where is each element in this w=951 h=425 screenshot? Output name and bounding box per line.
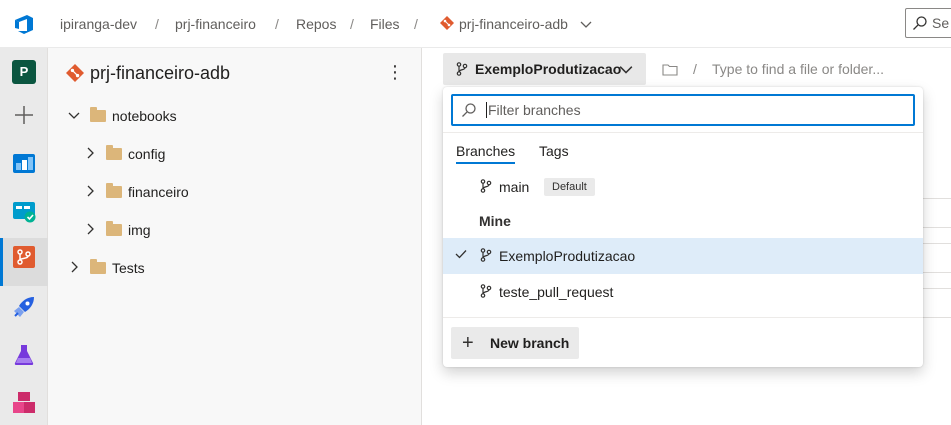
branch-icon: [480, 248, 492, 262]
chevron-down-icon[interactable]: [68, 109, 80, 121]
breadcrumb-repos[interactable]: Repos: [296, 16, 336, 32]
divider: [443, 317, 923, 318]
folder-icon: [90, 107, 106, 122]
branch-icon: [480, 179, 492, 193]
new-branch-button[interactable]: + New branch: [451, 327, 579, 359]
add-icon: +: [462, 332, 474, 354]
checkmark-icon: [455, 250, 467, 259]
tree-folder-notebooks[interactable]: notebooks: [68, 103, 398, 131]
repo-title[interactable]: prj-financeiro-adb: [90, 63, 230, 84]
tab-tags[interactable]: Tags: [539, 143, 569, 159]
tree-folder-tests[interactable]: Tests: [68, 255, 398, 283]
search-placeholder: Se: [932, 15, 950, 31]
breadcrumb-repo[interactable]: prj-financeiro-adb: [459, 16, 568, 32]
branch-item-main[interactable]: main: [443, 169, 923, 205]
test-flask-icon: [14, 345, 34, 365]
folder-icon: [106, 145, 122, 160]
nav-project[interactable]: P: [0, 50, 48, 94]
search-input[interactable]: Se: [905, 8, 951, 38]
tree-item-label: img: [128, 222, 151, 238]
mine-heading: Mine: [479, 213, 511, 229]
chevron-right-icon[interactable]: [84, 185, 96, 197]
left-navigation: P: [0, 48, 48, 425]
branch-name: main: [499, 179, 530, 195]
branch-name: teste_pull_request: [499, 284, 614, 300]
git-repo-icon: [66, 64, 84, 82]
chevron-right-icon[interactable]: [68, 261, 80, 273]
filter-placeholder: Filter branches: [488, 102, 581, 118]
tree-folder-financeiro[interactable]: financeiro: [84, 179, 398, 207]
tree-item-label: financeiro: [128, 184, 189, 200]
background-card: [922, 243, 951, 273]
current-branch-label: ExemploProdutizacao: [475, 61, 622, 77]
pipelines-icon: [14, 297, 34, 317]
project-avatar: P: [12, 60, 36, 84]
tree-item-label: config: [128, 146, 166, 162]
breadcrumb-files[interactable]: Files: [370, 16, 400, 32]
breadcrumb-org[interactable]: ipiranga-dev: [60, 16, 137, 32]
artifacts-icon: [13, 392, 35, 413]
search-icon: [913, 16, 927, 30]
path-separator: /: [693, 61, 697, 77]
boards-icon: [13, 154, 35, 173]
folder-icon: [106, 221, 122, 236]
breadcrumb-separator: /: [414, 16, 418, 32]
nav-artifacts[interactable]: [0, 384, 48, 422]
branch-item-teste-pull-request[interactable]: teste_pull_request: [443, 274, 923, 310]
breadcrumb-separator: /: [155, 16, 159, 32]
background-card: [922, 198, 951, 228]
search-icon: [462, 103, 476, 117]
branch-selector-button[interactable]: ExemploProdutizacao: [443, 53, 646, 85]
repos-icon: [13, 246, 35, 268]
tree-item-label: Tests: [112, 260, 145, 276]
nav-pipelines[interactable]: [0, 288, 48, 326]
breadcrumb-separator: /: [275, 16, 279, 32]
branch-dropdown: Filter branches Branches Tags main Defau…: [443, 87, 923, 367]
chevron-down-icon[interactable]: [580, 18, 592, 30]
top-bar: ipiranga-dev / prj-financeiro / Repos / …: [0, 0, 951, 48]
branch-item-exemploprodutizacao[interactable]: ExemploProdutizacao: [443, 238, 923, 274]
breadcrumb-separator: /: [350, 16, 354, 32]
folder-outline-icon: [662, 64, 678, 76]
tree-item-label: notebooks: [112, 108, 177, 124]
breadcrumb-project[interactable]: prj-financeiro: [175, 16, 256, 32]
tree-folder-config[interactable]: config: [84, 141, 398, 169]
add-icon: [15, 106, 33, 124]
filter-branches-input[interactable]: Filter branches: [451, 94, 915, 126]
git-repo-icon: [440, 16, 454, 30]
tab-branches[interactable]: Branches: [456, 143, 516, 164]
nav-add[interactable]: [0, 96, 48, 134]
folder-icon: [106, 183, 122, 198]
nav-test-plans-flask[interactable]: [0, 336, 48, 374]
default-badge: Default: [544, 178, 595, 196]
folder-icon: [90, 259, 106, 274]
file-tree-panel: prj-financeiro-adb ⋮ notebooks config fi…: [48, 48, 422, 425]
more-options-icon[interactable]: ⋮: [386, 62, 404, 83]
chevron-down-icon: [619, 66, 633, 74]
new-branch-label: New branch: [490, 335, 570, 351]
branch-icon: [456, 62, 468, 76]
text-cursor: [486, 102, 487, 118]
chevron-right-icon[interactable]: [84, 147, 96, 159]
branch-name: ExemploProdutizacao: [499, 248, 636, 264]
nav-test-plans[interactable]: [0, 192, 48, 230]
background-card: [922, 288, 951, 318]
azure-devops-logo-icon[interactable]: [12, 12, 36, 36]
nav-boards[interactable]: [0, 144, 48, 182]
test-plans-icon: [13, 202, 36, 223]
nav-repos[interactable]: [0, 238, 48, 286]
chevron-right-icon[interactable]: [84, 223, 96, 235]
tree-folder-img[interactable]: img: [84, 217, 398, 245]
file-path-input[interactable]: Type to find a file or folder...: [712, 61, 884, 77]
divider: [443, 132, 923, 133]
branch-icon: [480, 284, 492, 298]
